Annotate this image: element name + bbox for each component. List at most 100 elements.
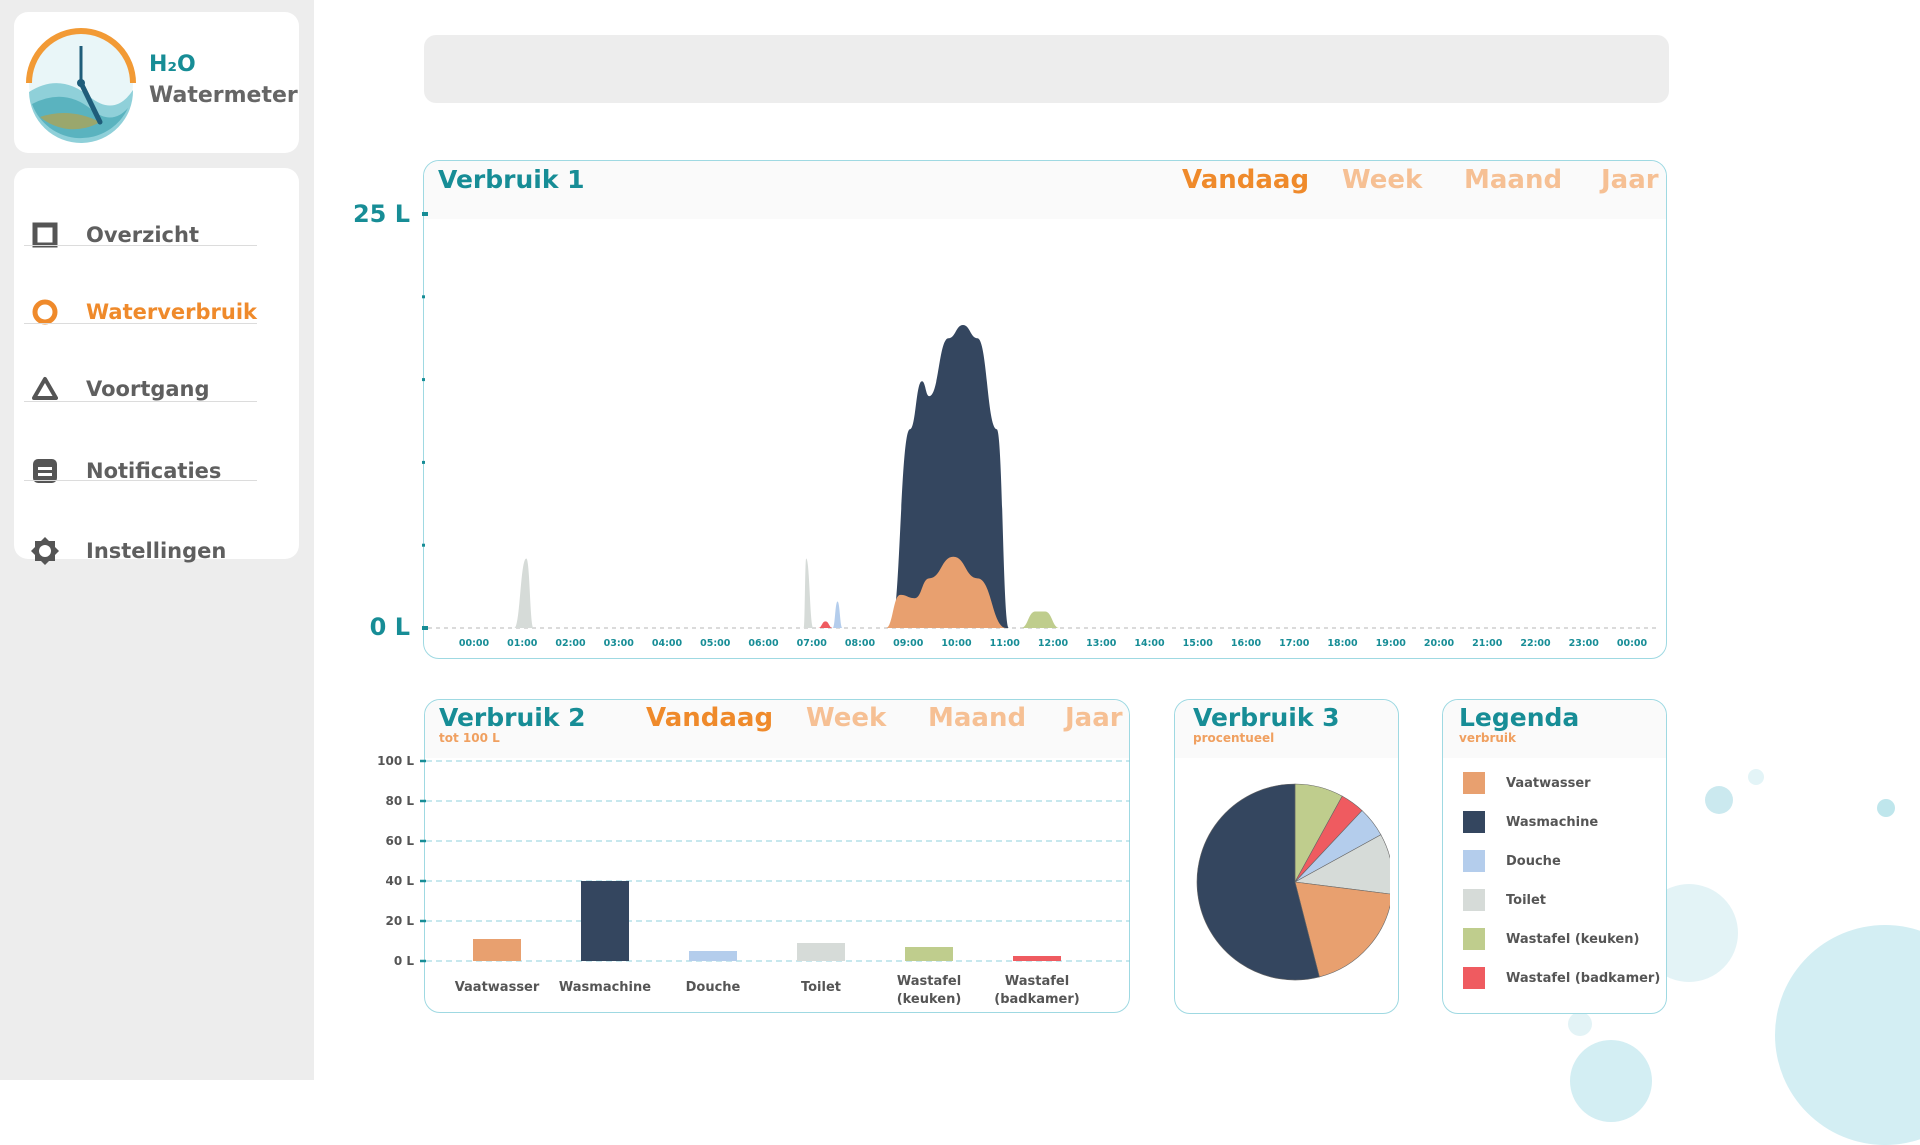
x-tick-label: (badkamer) [994,992,1079,1007]
card-title: Verbruik 2 [439,703,586,732]
card-title: Legenda [1459,703,1580,732]
tab-maand[interactable]: Maand [928,703,1026,733]
brand-title: H₂O [149,52,196,77]
nav-divider [24,323,257,324]
x-tick-label: 17:00 [1279,638,1310,649]
x-tick-label: 18:00 [1327,638,1358,649]
x-tick-label: 16:00 [1231,638,1262,649]
nav-divider [24,245,257,246]
legend-label: Wasmachine [1506,814,1599,830]
legend-swatch [1463,811,1485,833]
x-tick-label: 07:00 [797,638,828,649]
tab-maand[interactable]: Maand [1464,165,1562,195]
nav-item-overzicht[interactable]: Overzicht [24,204,257,266]
card-title: Verbruik 1 [438,165,585,194]
legend-swatch [1463,850,1485,872]
legend-item: Vaatwasser [1463,772,1591,794]
card-title: Verbruik 3 [1193,703,1340,732]
x-tick-label: 00:00 [459,638,490,649]
x-tick-label: 00:00 [1617,638,1648,649]
y-tick-label: 60 L [385,834,414,848]
legend-swatch [1463,928,1485,950]
verbruik-3-card: Verbruik 3 procentueel [1174,699,1399,1014]
nav-item-voortgang[interactable]: Voortgang [24,358,257,420]
card-subtitle: verbruik [1459,731,1517,745]
nav-divider [24,401,257,402]
legend-item: Wastafel (badkamer) [1463,967,1660,989]
logo-card: H₂O Watermeter [14,12,299,153]
x-tick-label: Wasmachine [559,980,651,995]
watermeter-logo-icon [26,28,136,143]
x-tick-label: 04:00 [652,638,683,649]
nav-label: Voortgang [86,377,210,401]
legend-label: Toilet [1506,892,1547,908]
verbruik-2-bar-chart: 0 L 20 L 40 L 60 L 80 L 100 L Vaatwasser Wasmac… [377,754,1130,1007]
x-tick-label: 11:00 [990,638,1021,649]
bar-toilet [797,943,845,961]
nav-menu: Overzicht Waterverbruik Voortgang Notifi… [14,168,299,565]
search-bar[interactable] [424,35,1669,103]
y-tick-label: 100 L [377,754,414,768]
x-tick-label: 13:00 [1086,638,1117,649]
decor-bubble [1877,799,1895,817]
y-tick-label: 40 L [385,874,414,888]
y-axis-max-label: 25 L [352,200,410,228]
x-tick-label: Wastafel [897,974,961,989]
area-wastafel-badkamer- [818,621,833,628]
verbruik-1-area-chart: 00:00 01:00 02:00 03:00 04:00 05:00 06:00 07:00… [422,212,1660,649]
x-tick-label: 21:00 [1472,638,1503,649]
x-tick-label: 06:00 [748,638,779,649]
legend-swatch [1463,967,1485,989]
x-tick-label: 22:00 [1520,638,1551,649]
tab-week[interactable]: Week [1342,165,1422,195]
legend-label: Vaatwasser [1506,775,1591,791]
bar-wastafel-keuken- [905,947,953,961]
x-tick-label: (keuken) [897,992,962,1007]
x-tick-label: Douche [686,980,741,995]
area-douche [832,601,843,628]
x-tick-label: Wastafel [1005,974,1069,989]
y-tick-label: 80 L [385,794,414,808]
x-tick-label: 01:00 [507,638,538,649]
nav-item-notificaties[interactable]: Notificaties [24,440,257,502]
x-tick-label: 02:00 [555,638,586,649]
legend-label: Douche [1506,853,1561,869]
x-tick-label: 20:00 [1424,638,1455,649]
legend-swatch [1463,889,1485,911]
nav-label: Overzicht [86,223,199,247]
decor-bubble [1775,925,1920,1145]
bar-vaatwasser [473,939,521,961]
nav-item-instellingen[interactable]: Instellingen [24,520,257,582]
tab-jaar[interactable]: Jaar [1601,165,1659,195]
tab-vandaag[interactable]: Vandaag [1182,165,1309,195]
tab-week[interactable]: Week [806,703,886,733]
sidebar: H₂O Watermeter Overzicht Waterverbruik V… [0,0,314,1080]
decor-bubble [1570,1040,1652,1122]
brand-subtitle: Watermeter [149,83,298,108]
x-tick-label: 19:00 [1376,638,1407,649]
legend-card: Legenda verbruik Vaatwasser Wasmachine D… [1442,699,1667,1014]
nav-label: Instellingen [86,539,227,563]
legend-item: Wasmachine [1463,811,1598,833]
legend-label: Wastafel (badkamer) [1506,970,1661,986]
x-tick-label: 15:00 [1183,638,1214,649]
bar-douche [689,951,737,961]
tab-vandaag[interactable]: Vandaag [646,703,773,733]
y-tick-label: 0 L [394,954,415,968]
x-tick-label: Vaatwasser [455,980,540,995]
x-tick-label: 23:00 [1569,638,1600,649]
x-tick-label: Toilet [801,980,841,995]
notification-icon [30,456,60,486]
area-toilet [514,558,814,628]
x-tick-label: 14:00 [1134,638,1165,649]
nav-divider [24,480,257,481]
x-tick-label: 10:00 [941,638,972,649]
legend-swatch [1463,772,1485,794]
x-tick-label: 12:00 [1038,638,1069,649]
legend-label: Wastafel (keuken) [1506,931,1640,947]
x-tick-label: 03:00 [604,638,635,649]
x-tick-label: 09:00 [893,638,924,649]
nav-item-waterverbruik[interactable]: Waterverbruik [24,281,257,343]
tab-jaar[interactable]: Jaar [1065,703,1123,733]
area-wastafel-keuken- [1020,611,1060,628]
